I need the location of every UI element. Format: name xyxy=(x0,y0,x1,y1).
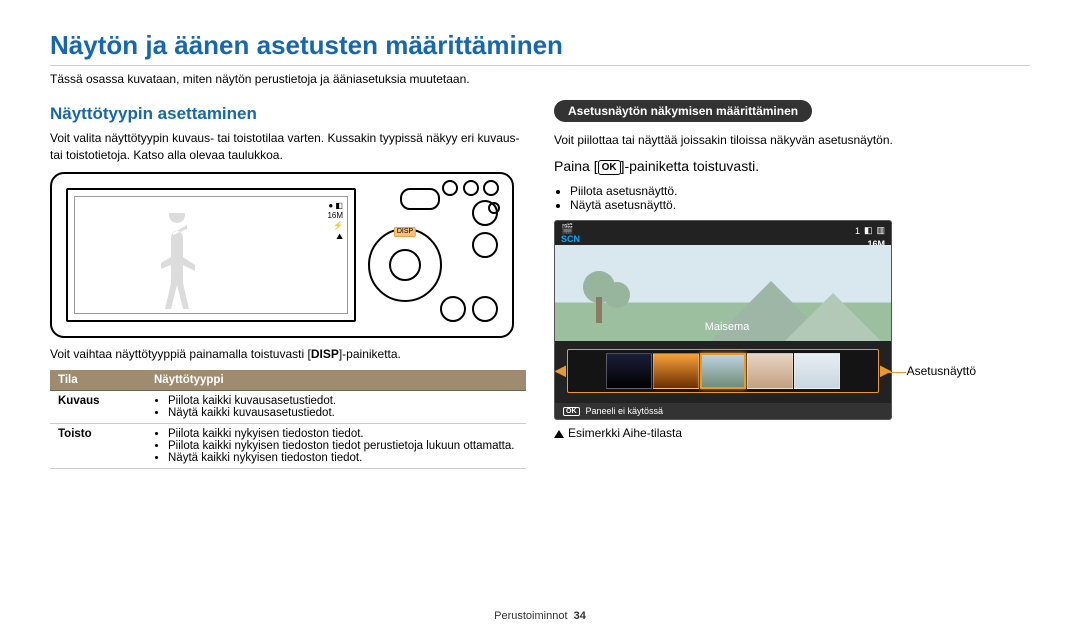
settings-display-description: Voit piilottaa tai näyttää joissakin til… xyxy=(554,132,1030,149)
lcd-top-status: 1◧▥ xyxy=(855,225,885,236)
content-columns: Näyttötyypin asettaminen Voit valita näy… xyxy=(50,100,1030,469)
camera-dpad-center xyxy=(389,249,421,281)
left-column: Näyttötyypin asettaminen Voit valita näy… xyxy=(50,100,526,469)
person-silhouette-icon xyxy=(147,213,207,313)
scene-thumb-portrait xyxy=(747,353,793,389)
table-row: Kuvaus Piilota kaikki kuvausasetustiedot… xyxy=(50,391,526,424)
ok-key-label: OK xyxy=(598,160,621,175)
footer-section: Perustoiminnot xyxy=(494,610,567,622)
camera-screen-status-icons: ● ◧16M⚡⛰ xyxy=(327,201,343,243)
mountain-icon xyxy=(785,293,881,341)
scene-name-label: Maisema xyxy=(559,321,892,333)
settings-thumbnail-strip xyxy=(567,349,879,393)
example-screen: 🎬SCN 1◧▥ 16M Maisema ◀ xyxy=(554,220,892,420)
strip-arrow-right-icon: ▶ xyxy=(880,362,891,379)
example-footnote: Esimerkki Aihe-tilasta xyxy=(554,426,1030,440)
disp-button-highlight: DISP xyxy=(394,227,416,237)
scene-thumb-snow xyxy=(794,353,840,389)
list-item: Piilota kaikki nykyisen tiedoston tiedot… xyxy=(168,428,518,440)
row-mode-toisto: Toisto xyxy=(58,428,92,440)
page-title: Näytön ja äänen asetusten määrittäminen xyxy=(50,30,1030,66)
list-item: Piilota asetusnäyttö. xyxy=(570,184,1030,198)
camera-side-buttons xyxy=(472,200,498,258)
table-head-type: Näyttötyyppi xyxy=(146,370,526,391)
intro-text: Tässä osassa kuvataan, miten näytön peru… xyxy=(50,72,1030,86)
display-type-table: Tila Näyttötyyppi Kuvaus Piilota kaikki … xyxy=(50,370,526,469)
camera-diagram: ● ◧16M⚡⛰ DISP xyxy=(50,172,514,338)
settings-display-pill: Asetusnäytön näkymisen määrittäminen xyxy=(554,100,812,122)
list-item: Piilota kaikki nykyisen tiedoston tiedot… xyxy=(168,440,518,452)
camera-dpad: DISP xyxy=(368,228,442,302)
right-column: Asetusnäytön näkymisen määrittäminen Voi… xyxy=(554,100,1030,469)
settings-bullets: Piilota asetusnäyttö. Näytä asetusnäyttö… xyxy=(554,184,1030,212)
tree-icon xyxy=(583,269,633,323)
camera-mode-button xyxy=(400,188,440,210)
scene-thumb-sunset xyxy=(653,353,699,389)
page-footer: Perustoiminnot 34 xyxy=(0,610,1080,622)
camera-screen: ● ◧16M⚡⛰ xyxy=(66,188,356,322)
row-mode-kuvaus: Kuvaus xyxy=(58,395,100,407)
footer-page-number: 34 xyxy=(574,610,586,622)
lcd-bottom-text: Paneeli ei käytössä xyxy=(586,406,664,416)
ok-indicator-icon: OK xyxy=(563,407,580,416)
section-heading-display-type: Näyttötyypin asettaminen xyxy=(50,104,526,124)
camera-top-buttons xyxy=(442,180,500,194)
disp-button-caption: Voit vaihtaa näyttötyyppiä painamalla to… xyxy=(50,346,526,363)
callout-settings-screen: Asetusnäyttö xyxy=(907,364,976,378)
list-item: Näytä asetusnäyttö. xyxy=(570,198,1030,212)
camera-bottom-buttons xyxy=(440,296,498,322)
table-head-mode: Tila xyxy=(50,370,146,391)
example-screen-wrapper: 🎬SCN 1◧▥ 16M Maisema ◀ xyxy=(554,220,964,420)
list-item: Näytä kaikki kuvausasetustiedot. xyxy=(168,407,518,419)
strip-arrow-left-icon: ◀ xyxy=(555,362,566,379)
scene-thumb-landscape-selected xyxy=(700,353,746,389)
table-row: Toisto Piilota kaikki nykyisen tiedoston… xyxy=(50,424,526,469)
scene-thumb-night xyxy=(606,353,652,389)
disp-key-label: DISP xyxy=(311,346,339,363)
callout-line xyxy=(888,372,906,373)
display-type-description: Voit valita näyttötyypin kuvaus- tai toi… xyxy=(50,130,526,164)
list-item: Näytä kaikki nykyisen tiedoston tiedot. xyxy=(168,452,518,464)
list-item: Piilota kaikki kuvausasetustiedot. xyxy=(168,395,518,407)
triangle-up-icon xyxy=(554,430,564,438)
scn-mode-icon: 🎬SCN xyxy=(561,225,580,244)
press-ok-instruction: Paina [OK]-painiketta toistuvasti. xyxy=(554,157,1030,177)
lcd-bottom-bar: OK Paneeli ei käytössä xyxy=(555,403,891,419)
